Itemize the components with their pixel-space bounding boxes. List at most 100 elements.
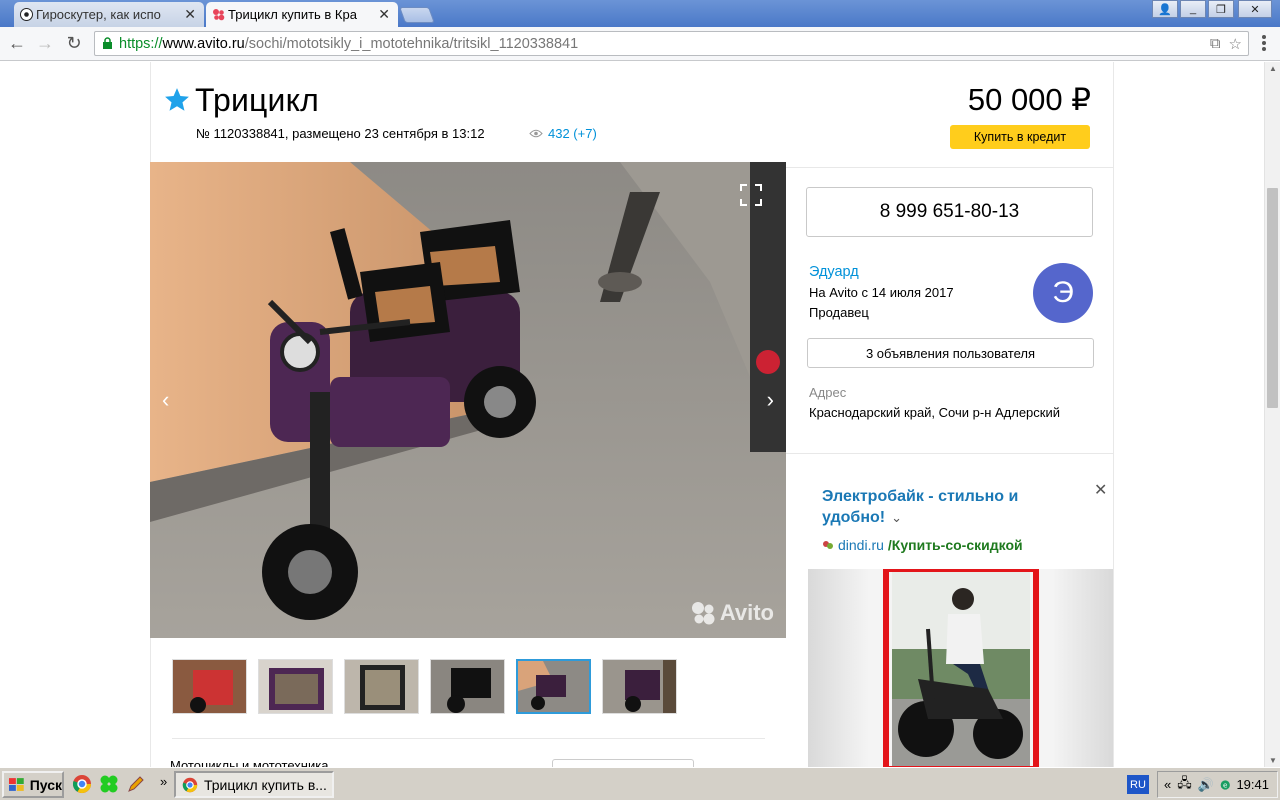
- views-counter[interactable]: 432 (+7): [529, 126, 597, 141]
- new-tab-button[interactable]: [399, 7, 435, 23]
- reload-button[interactable]: ↻: [63, 32, 85, 54]
- lock-icon: [103, 37, 112, 49]
- address-label: Адрес: [809, 385, 847, 400]
- close-tab-icon[interactable]: ✕: [184, 6, 196, 23]
- thumbnail[interactable]: [430, 659, 505, 714]
- windows-taskbar: Пуск » Трицикл купить в... RU « 🖧 🔊 e 19…: [0, 767, 1280, 800]
- thumbnail[interactable]: [602, 659, 677, 714]
- user-icon: 👤: [1158, 3, 1172, 16]
- ad-title: Электробайк - стильно и удобно!: [822, 488, 1019, 526]
- clock: 19:41: [1236, 777, 1269, 792]
- avito-logo-icon: [213, 9, 225, 21]
- fullscreen-icon[interactable]: [740, 184, 762, 206]
- svg-text:e: e: [1223, 780, 1228, 789]
- avito-watermark: Avito: [690, 600, 774, 626]
- scroll-down-icon[interactable]: ▼: [1269, 756, 1277, 765]
- arrow-right-icon: →: [36, 32, 54, 53]
- address-value: Краснодарский край, Сочи р-н Адлерский: [809, 405, 1060, 420]
- seller-role: Продавец: [809, 305, 869, 320]
- network-icon[interactable]: 🖧: [1177, 774, 1192, 796]
- partial-text-row: Мотоциклы и мототехника: [170, 758, 570, 767]
- address-bar[interactable]: https://www.avito.ru/sochi/mototsikly_i_…: [94, 31, 1249, 56]
- eye-icon: [529, 129, 543, 138]
- language-indicator[interactable]: RU: [1127, 775, 1149, 794]
- restore-icon: ❐: [1216, 3, 1226, 16]
- price: 50 000 ₽: [967, 82, 1091, 117]
- clover-icon[interactable]: [99, 774, 119, 794]
- views-count: 432 (+7): [548, 126, 597, 141]
- chrome-icon[interactable]: [72, 774, 92, 794]
- seller-avatar[interactable]: Э: [1033, 263, 1093, 323]
- start-button[interactable]: Пуск: [2, 771, 64, 798]
- favorite-star-icon[interactable]: [163, 86, 191, 114]
- tab-tricycle[interactable]: Трицикл купить в Кра ✕: [206, 2, 398, 27]
- browser-toolbar: ← → ↻ https://www.avito.ru/sochi/mototsi…: [0, 27, 1280, 61]
- seller-name-link[interactable]: Эдуард: [809, 264, 859, 280]
- windows-logo-icon: [8, 777, 24, 791]
- translate-icon[interactable]: ⧉: [1210, 35, 1221, 53]
- listing-meta: № 1120338841, размещено 23 сентября в 13…: [196, 126, 485, 141]
- thumbnail-strip: [172, 659, 677, 714]
- forward-button[interactable]: →: [34, 32, 56, 54]
- divider: [786, 167, 1114, 168]
- user-profile-button[interactable]: 👤: [1152, 0, 1178, 18]
- divider: [786, 453, 1114, 454]
- system-tray: « 🖧 🔊 e 19:41: [1157, 771, 1278, 798]
- minimize-icon: _: [1189, 3, 1197, 15]
- partial-text: Мотоциклы и мототехника: [170, 758, 329, 767]
- ad-title-link[interactable]: Электробайк - стильно и удобно! ⌄: [822, 486, 1062, 528]
- task-label: Трицикл купить в...: [204, 776, 327, 793]
- divider: [172, 738, 765, 739]
- close-icon: ✕: [1250, 3, 1260, 16]
- reload-icon: ↻: [66, 32, 82, 53]
- seller-since: На Avito с 14 июля 2017: [809, 285, 954, 300]
- ad-close-icon[interactable]: ✕: [1094, 480, 1107, 500]
- listing-title: Трицикл: [195, 82, 320, 118]
- tab-gyroscooter[interactable]: Гироскутер, как испо ✕: [14, 2, 204, 27]
- ad-photo: [883, 569, 1039, 767]
- ad-domain: dindi.ru: [838, 537, 884, 553]
- minimize-button[interactable]: _: [1180, 0, 1206, 18]
- buy-on-credit-button[interactable]: Купить в кредит: [950, 125, 1090, 149]
- ad-image[interactable]: [808, 569, 1113, 767]
- phone-number-button[interactable]: 8 999 651-80-13: [806, 187, 1093, 237]
- avito-logo-icon: [691, 602, 715, 625]
- close-tab-icon[interactable]: ✕: [378, 6, 390, 23]
- thumbnail[interactable]: [258, 659, 333, 714]
- url-scheme: https://: [119, 35, 163, 52]
- arrow-left-icon: ←: [8, 32, 26, 53]
- partial-button[interactable]: [552, 759, 694, 767]
- thumbnail-selected[interactable]: [516, 659, 591, 714]
- bookmark-star-icon[interactable]: ☆: [1229, 35, 1242, 53]
- ad-favicon-icon: [823, 541, 833, 549]
- url-host: www.avito.ru: [162, 35, 245, 52]
- tray-expand-icon[interactable]: «: [1164, 777, 1171, 792]
- page-content: Трицикл № 1120338841, размещено 23 сентя…: [0, 62, 1264, 767]
- close-window-button[interactable]: ✕: [1238, 0, 1272, 18]
- chevron-down-icon[interactable]: ⌄: [891, 507, 902, 528]
- gallery-next-arrow[interactable]: ›: [767, 387, 774, 413]
- volume-icon[interactable]: 🔊: [1198, 777, 1214, 793]
- page-scrollbar[interactable]: ▲ ▼: [1264, 62, 1280, 767]
- quicklaunch-overflow-icon[interactable]: »: [160, 774, 167, 789]
- ad-source-link[interactable]: dindi.ru/Купить-со-скидкой: [822, 537, 1023, 553]
- thumbnail[interactable]: [172, 659, 247, 714]
- scroll-up-icon[interactable]: ▲: [1269, 64, 1277, 73]
- ad-path: /Купить-со-скидкой: [887, 537, 1023, 553]
- restore-button[interactable]: ❐: [1208, 0, 1234, 18]
- tab-title: Трицикл купить в Кра: [228, 7, 357, 22]
- back-button[interactable]: ←: [6, 32, 28, 54]
- pencil-icon[interactable]: [126, 774, 146, 794]
- tab-title: Гироскутер, как испо: [36, 7, 161, 22]
- user-listings-button[interactable]: 3 объявления пользователя: [807, 338, 1094, 368]
- photo-gallery[interactable]: ‹ › Avito: [150, 162, 786, 638]
- taskbar-chrome-window[interactable]: Трицикл купить в...: [174, 771, 334, 798]
- chrome-menu-button[interactable]: [1256, 33, 1272, 53]
- chrome-icon: [182, 777, 198, 792]
- start-label: Пуск: [29, 776, 62, 793]
- scrollbar-thumb[interactable]: [1267, 188, 1278, 408]
- browser-tab-strip: Гироскутер, как испо ✕ Трицикл купить в …: [0, 0, 1280, 27]
- thumbnail[interactable]: [344, 659, 419, 714]
- e-app-icon[interactable]: e: [1220, 777, 1231, 793]
- gallery-prev-arrow[interactable]: ‹: [162, 387, 169, 413]
